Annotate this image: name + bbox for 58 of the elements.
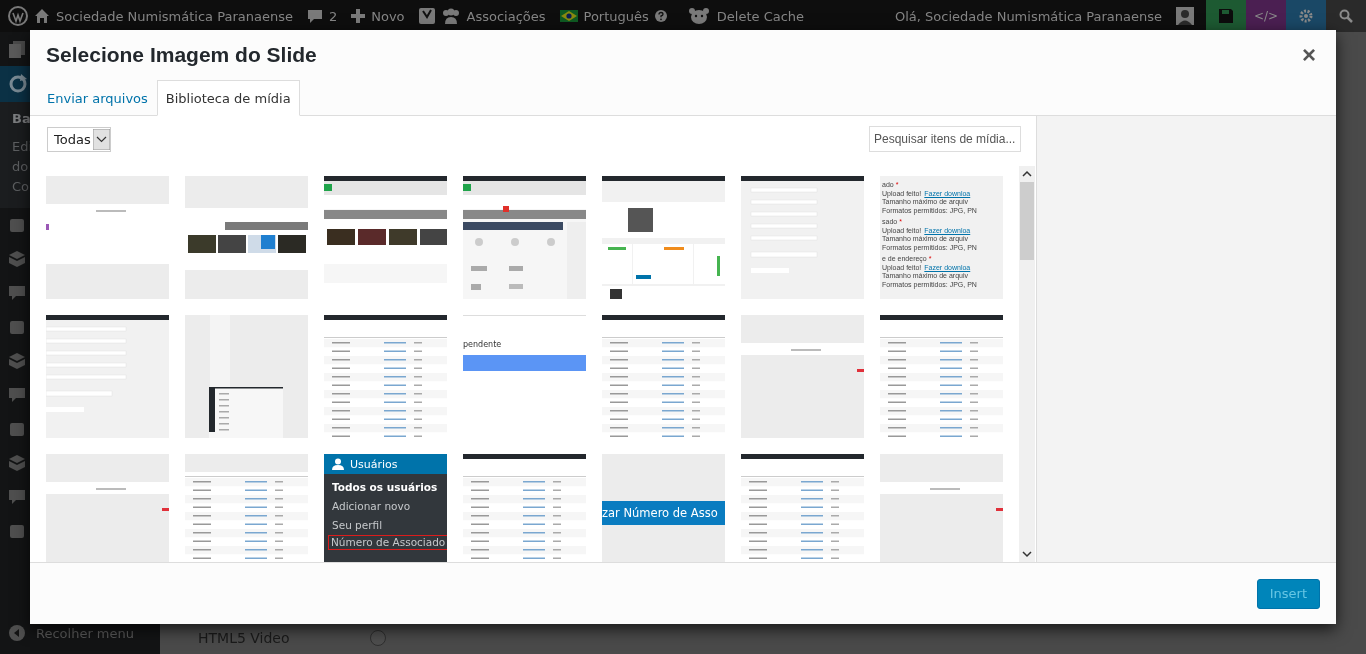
scrollbar[interactable]: [1019, 166, 1035, 562]
associations-link[interactable]: Associações: [466, 8, 546, 24]
bear-icon[interactable]: [686, 7, 711, 25]
avatar-icon[interactable]: [1176, 7, 1194, 25]
save-button[interactable]: [1206, 0, 1246, 32]
status-text: pendente: [463, 340, 503, 349]
media-thumbnail[interactable]: [46, 176, 169, 299]
media-thumbnail[interactable]: Usuários Todos os usuários Adicionar novo Seu perfil Número de Associado: [324, 454, 447, 562]
media-thumbnail[interactable]: [46, 454, 169, 562]
home-icon[interactable]: [34, 8, 50, 24]
media-thumbnail[interactable]: zar Número de Asso: [602, 454, 725, 562]
comment-icon[interactable]: [306, 8, 323, 24]
language-link[interactable]: Português: [583, 8, 649, 24]
menu-item: Adicionar novo: [331, 499, 412, 514]
media-thumbnail[interactable]: [463, 176, 586, 299]
menu-item: Número de Associado: [328, 535, 447, 550]
scrollbar-thumb[interactable]: [1020, 182, 1034, 260]
save-icon: [1218, 8, 1234, 24]
tab[interactable]: Biblioteca de mídia: [156, 80, 300, 116]
cache-link[interactable]: Delete Cache: [716, 8, 805, 24]
media-thumbnail[interactable]: [880, 454, 1003, 562]
search-button[interactable]: [1326, 0, 1366, 32]
code-button[interactable]: </>: [1246, 0, 1286, 32]
wordpress-icon[interactable]: [8, 6, 28, 26]
caret-icon: [92, 128, 110, 150]
menu-item: Seu perfil: [331, 518, 384, 533]
modal-title: Selecione Imagem do Slide: [46, 43, 317, 67]
comment-count[interactable]: 2: [328, 8, 338, 24]
media-thumbnail[interactable]: [185, 454, 308, 562]
media-thumbnail[interactable]: pendente: [463, 315, 586, 438]
help-icon[interactable]: [654, 10, 667, 22]
radio-button[interactable]: [369, 630, 386, 646]
plus-icon[interactable]: [351, 9, 366, 23]
menu-item: Todos os usuários: [331, 480, 439, 495]
user-icon: [332, 458, 344, 470]
media-thumbnail[interactable]: [741, 176, 864, 299]
refresh-icon: [8, 74, 28, 94]
media-thumbnail[interactable]: [185, 315, 308, 438]
settings-icon: [1299, 9, 1313, 23]
filter-dropdown[interactable]: Todas: [47, 126, 111, 152]
greeting-link[interactable]: Olá, Sociedade Numismática Paranaense: [895, 8, 1162, 24]
media-thumbnail[interactable]: [324, 176, 447, 299]
menu-title: Usuários: [350, 457, 398, 471]
search-icon: [1339, 9, 1353, 23]
banner-text: zar Número de Asso: [602, 501, 725, 525]
seo-plugin-icon[interactable]: [418, 7, 435, 25]
close-button[interactable]: ×: [1298, 43, 1320, 67]
settings-button[interactable]: [1286, 0, 1326, 32]
media-thumbnail[interactable]: [185, 176, 308, 299]
pages-icon[interactable]: [8, 40, 26, 58]
search-field[interactable]: Pesquisar itens de mídia...: [869, 126, 1021, 152]
tab[interactable]: Enviar arquivos: [38, 80, 157, 116]
flag-icon[interactable]: [559, 10, 578, 22]
media-thumbnail[interactable]: [741, 315, 864, 438]
new-link[interactable]: Novo: [371, 8, 405, 24]
site-link[interactable]: Sociedade Numismática Paranaense: [56, 8, 293, 24]
people-icon[interactable]: [440, 8, 461, 24]
media-thumbnail[interactable]: [46, 315, 169, 438]
